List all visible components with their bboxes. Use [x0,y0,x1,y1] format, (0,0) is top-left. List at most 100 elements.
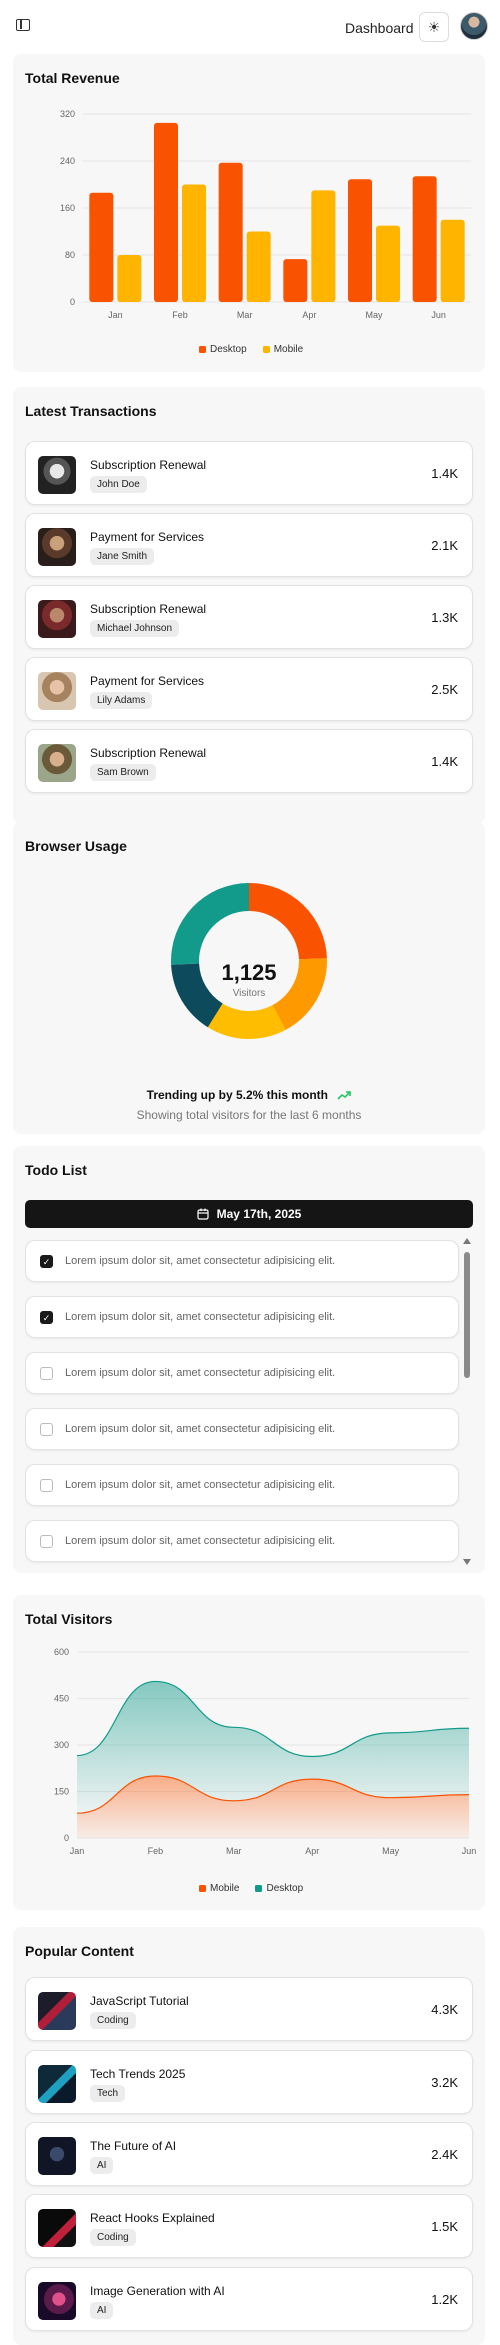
bar-mobile[interactable] [182,184,206,303]
content-row[interactable]: Tech Trends 2025 Tech 3.2K [25,2050,473,2114]
bar-desktop[interactable] [412,176,437,302]
content-thumbnail [38,2137,76,2175]
transaction-amount: 1.4K [431,754,458,769]
legend-desktop: Desktop [266,1883,304,1894]
todo-item[interactable]: Lorem ipsum dolor sit, amet consectetur … [25,1408,459,1450]
sun-icon: ☀ [427,18,441,35]
content-row[interactable]: The Future of AI AI 2.4K [25,2122,473,2186]
calendar-icon [197,1208,209,1220]
y-tick-label: 600 [54,1647,69,1657]
transaction-row[interactable]: Payment for Services Lily Adams 2.5K [25,657,473,721]
donut-slice[interactable] [171,883,249,965]
content-row[interactable]: JavaScript Tutorial Coding 4.3K [25,1977,473,2041]
bar-mobile[interactable] [311,190,336,302]
todo-text: Lorem ipsum dolor sit, amet consectetur … [65,1479,336,1491]
revenue-title: Total Revenue [25,70,120,86]
y-tick-label: 80 [65,250,75,260]
bar-mobile[interactable] [246,231,271,303]
x-tick-label: Jan [70,1846,85,1856]
avatar [38,528,76,566]
content-tag-badge: Coding [90,2012,136,2029]
bar-desktop[interactable] [348,179,372,302]
transactions-title: Latest Transactions [25,403,157,419]
donut-slice[interactable] [207,1003,286,1039]
avatar [38,456,76,494]
scroll-up-icon[interactable] [463,1238,471,1244]
transaction-amount: 2.5K [431,682,458,697]
todo-item[interactable]: Lorem ipsum dolor sit, amet consectetur … [25,1352,459,1394]
todo-scrollbar[interactable] [461,1238,473,1565]
bar-desktop[interactable] [218,162,243,302]
transaction-row[interactable]: Subscription Renewal John Doe 1.4K [25,441,473,505]
bar-desktop[interactable] [154,122,178,302]
y-tick-label: 450 [54,1694,69,1704]
content-views: 1.2K [431,2292,458,2307]
scroll-down-icon[interactable] [463,1559,471,1565]
todo-checkbox[interactable]: ✓ [40,1255,53,1268]
x-tick-label: Mar [237,310,253,320]
transaction-title: Subscription Renewal [90,602,207,616]
bar-mobile[interactable] [117,255,142,302]
todo-checkbox[interactable]: ✓ [40,1311,53,1324]
content-views: 2.4K [431,2147,458,2162]
avatar [38,600,76,638]
x-tick-label: Apr [302,310,316,320]
content-tag-badge: AI [90,2302,114,2319]
bar-mobile[interactable] [376,225,400,302]
content-thumbnail [38,1992,76,2030]
todo-checkbox[interactable] [40,1423,53,1436]
x-tick-label: May [365,310,383,320]
todo-checkbox[interactable] [40,1367,53,1380]
user-avatar[interactable] [460,12,488,40]
browser-footer-text: Showing total visitors for the last 6 mo… [136,1108,362,1122]
y-tick-label: 240 [60,156,75,166]
popular-card: Popular Content JavaScript Tutorial Codi… [13,1927,485,2345]
content-row[interactable]: React Hooks Explained Coding 1.5K [25,2194,473,2258]
todo-text: Lorem ipsum dolor sit, amet consectetur … [65,1311,336,1323]
legend-mobile: Mobile [210,1883,240,1894]
todo-item[interactable]: ✓ Lorem ipsum dolor sit, amet consectetu… [25,1240,459,1282]
todo-item[interactable]: Lorem ipsum dolor sit, amet consectetur … [25,1464,459,1506]
transaction-row[interactable]: Subscription Renewal Michael Johnson 1.3… [25,585,473,649]
todo-item[interactable]: ✓ Lorem ipsum dolor sit, amet consectetu… [25,1296,459,1338]
legend-swatch-mobile [199,1885,206,1892]
legend-desktop: Desktop [210,344,247,355]
transaction-amount: 2.1K [431,538,458,553]
sidebar-toggle-icon[interactable] [16,19,30,31]
trending-up-icon [337,1091,352,1100]
transaction-title: Payment for Services [90,530,205,544]
content-title: React Hooks Explained [90,2211,215,2225]
content-row[interactable]: Image Generation with AI AI 1.2K [25,2267,473,2331]
todo-item[interactable]: Lorem ipsum dolor sit, amet consectetur … [25,1520,459,1562]
date-picker-button[interactable]: May 17th, 2025 [25,1200,473,1228]
todo-list[interactable]: ✓ Lorem ipsum dolor sit, amet consectetu… [25,1238,473,1565]
legend-mobile: Mobile [273,344,304,355]
bar-desktop[interactable] [283,259,308,302]
transaction-name-badge: Sam Brown [90,764,156,781]
x-tick-label: Apr [305,1846,319,1856]
theme-toggle-button[interactable]: ☀ [419,12,449,42]
donut-slice[interactable] [249,883,327,960]
transaction-row[interactable]: Subscription Renewal Sam Brown 1.4K [25,729,473,793]
bar-desktop[interactable] [89,192,114,302]
trend-line: Trending up by 5.2% this month [13,1088,485,1102]
todo-checkbox[interactable] [40,1479,53,1492]
transaction-row[interactable]: Payment for Services Jane Smith 2.1K [25,513,473,577]
scroll-thumb[interactable] [464,1252,470,1378]
y-tick-label: 0 [64,1833,69,1843]
top-bar: Dashboard ☀ [0,0,500,54]
transaction-name-badge: Michael Johnson [90,620,180,637]
bar-mobile[interactable] [440,219,465,302]
legend-swatch-desktop [199,346,206,353]
content-tag-badge: Tech [90,2085,126,2102]
content-tag-badge: Coding [90,2229,136,2246]
todo-checkbox[interactable] [40,1535,53,1548]
content-tag-badge: AI [90,2157,114,2174]
donut-center-value: 1,125 [221,960,277,985]
transactions-card: Latest Transactions Subscription Renewal… [13,387,485,824]
content-thumbnail [38,2209,76,2247]
visitors-card: Total Visitors 0 150 300 450 600 Jan Feb Mar Apr… [13,1595,485,1910]
x-tick-label: Mar [226,1846,242,1856]
avatar [38,744,76,782]
todo-text: Lorem ipsum dolor sit, amet consectetur … [65,1255,336,1267]
